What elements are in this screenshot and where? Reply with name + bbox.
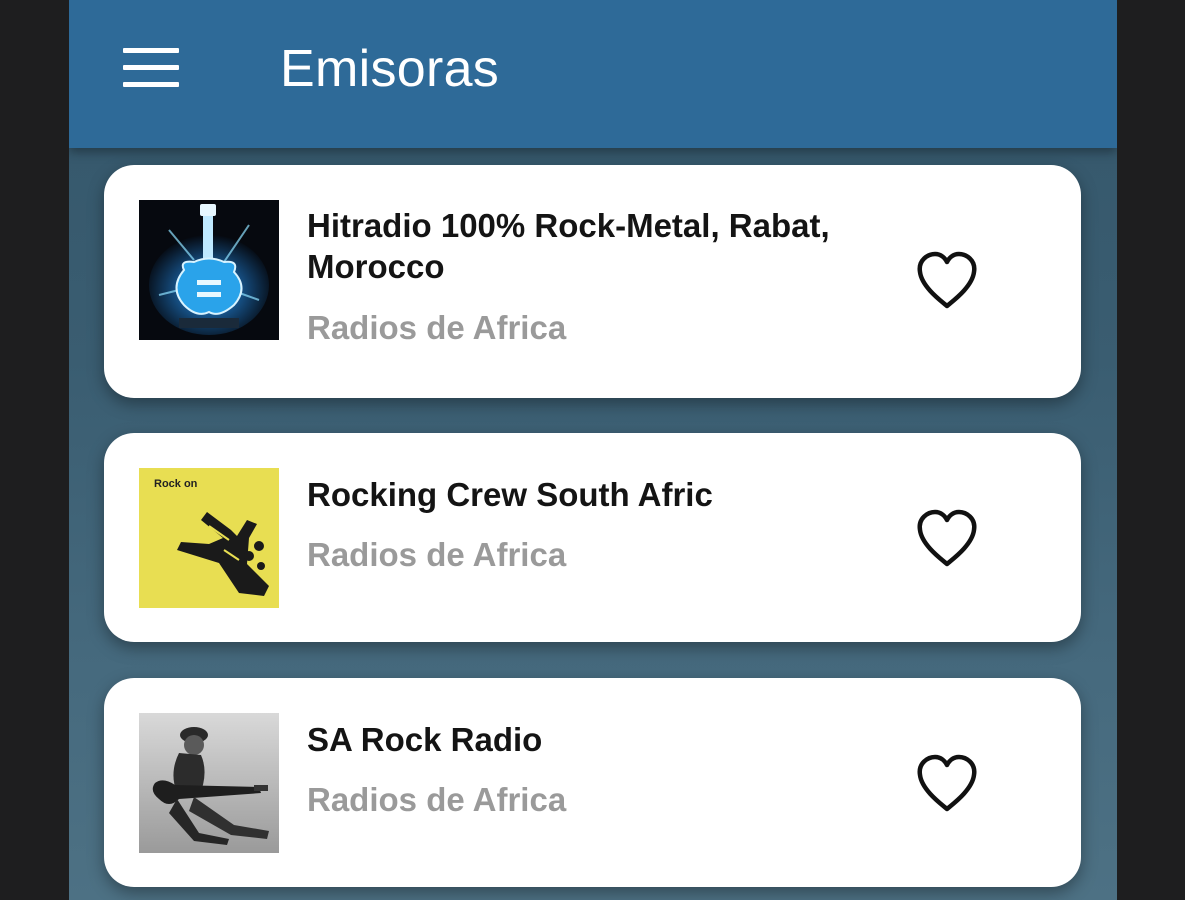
station-thumbnail: Rock on (139, 468, 279, 608)
heart-outline-icon[interactable] (914, 753, 980, 815)
station-category: Radios de Africa (307, 309, 567, 346)
station-thumbnail (139, 713, 279, 853)
station-name: Rocking Crew South Afric (307, 476, 713, 513)
guitarist-photo (139, 713, 279, 853)
app-bar: Emisoras (69, 0, 1117, 148)
station-name: Hitradio 100% Rock-Metal, Rabat, Morocco (307, 207, 830, 285)
station-name: SA Rock Radio (307, 721, 543, 758)
electric-guitar-artwork (139, 200, 279, 340)
station-category: Radios de Africa (307, 536, 567, 573)
rock-on-hand-artwork (177, 512, 269, 596)
heart-outline-icon[interactable] (914, 508, 980, 570)
station-card[interactable]: Rock on Rocking Crew South Afric Radios … (104, 433, 1081, 642)
app-screen: Emisoras Hitradio 100% Rock-Metal, Rabat… (69, 0, 1117, 900)
heart-outline-icon[interactable] (914, 250, 980, 312)
station-category: Radios de Africa (307, 781, 567, 818)
page-title: Emisoras (280, 40, 500, 98)
hamburger-menu-icon[interactable] (117, 38, 183, 96)
station-card[interactable]: SA Rock Radio Radios de Africa (104, 678, 1081, 887)
station-card[interactable]: Hitradio 100% Rock-Metal, Rabat, Morocco… (104, 165, 1081, 398)
station-thumbnail (139, 200, 279, 340)
